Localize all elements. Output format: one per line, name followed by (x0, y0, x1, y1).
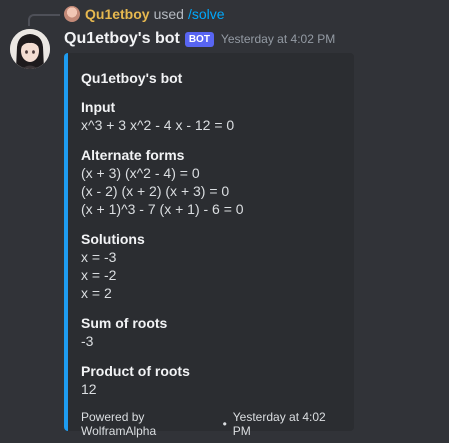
bot-avatar[interactable] (10, 29, 50, 69)
message-header: Qu1etboy's bot BOT Yesterday at 4:02 PM (64, 29, 335, 49)
reply-used-text: used (153, 6, 184, 22)
slash-command[interactable]: /solve (188, 6, 225, 22)
embed-footer: Powered by WolframAlpha • Yesterday at 4… (81, 410, 342, 438)
avatar-image (10, 29, 50, 69)
field-value: (x - 2) (x + 2) (x + 3) = 0 (81, 183, 230, 199)
field-value: -3 (81, 333, 94, 349)
reply-connector (28, 14, 60, 26)
field-value: x^3 + 3 x^2 - 4 x - 12 = 0 (81, 117, 235, 133)
field-value: x = -2 (81, 267, 117, 283)
field-input: Input x^3 + 3 x^2 - 4 x - 12 = 0 (81, 98, 342, 134)
field-value: (x + 1)^3 - 7 (x + 1) - 6 = 0 (81, 201, 244, 217)
wolfram-embed: Qu1etboy's bot Input x^3 + 3 x^2 - 4 x -… (64, 53, 354, 438)
footer-text: Powered by WolframAlpha (81, 410, 157, 438)
field-value: 12 (81, 381, 97, 397)
field-name: Input (81, 99, 116, 115)
message-timestamp[interactable]: Yesterday at 4:02 PM (221, 32, 335, 46)
field-value: x = -3 (81, 249, 117, 265)
field-sum-of-roots: Sum of roots -3 (81, 314, 342, 350)
reply-reference[interactable]: Qu1etboy used /solve (64, 5, 225, 23)
bot-badge: BOT (184, 31, 214, 47)
bot-username[interactable]: Qu1etboy's bot (64, 30, 180, 48)
field-name: Product of roots (81, 363, 190, 379)
footer-timestamp: Yesterday at 4:02 PM (232, 410, 326, 438)
field-name: Solutions (81, 231, 145, 247)
field-product-of-roots: Product of roots 12 (81, 362, 342, 398)
field-value: x = 2 (81, 285, 112, 301)
footer-separator: • (222, 417, 227, 431)
field-alternate-forms: Alternate forms (x + 3) (x^2 - 4) = 0 (x… (81, 146, 342, 218)
field-solutions: Solutions x = -3 x = -2 x = 2 (81, 230, 342, 302)
replied-username[interactable]: Qu1etboy (85, 6, 150, 22)
replied-user-avatar[interactable] (64, 6, 80, 22)
field-value: (x + 3) (x^2 - 4) = 0 (81, 165, 200, 181)
field-name: Alternate forms (81, 147, 185, 163)
embed-title: Qu1etboy's bot (81, 70, 183, 86)
field-name: Sum of roots (81, 315, 168, 331)
